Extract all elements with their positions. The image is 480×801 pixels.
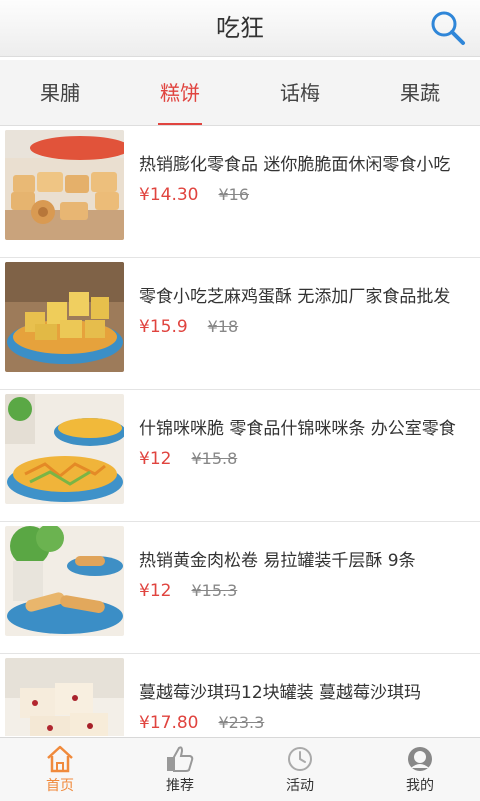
tab-guofu[interactable]: 果脯: [0, 60, 120, 125]
product-old-price: ¥15.8: [191, 449, 238, 468]
active-tab-indicator: [158, 123, 202, 125]
product-name: 蔓越莓沙琪玛12块罐装 蔓越莓沙琪玛: [139, 683, 422, 703]
product-item[interactable]: 热销膨化零食品 迷你脆脆面休闲零食小吃 ¥14.30 ¥16: [0, 126, 480, 258]
product-image: [5, 394, 124, 504]
category-tabs: 果脯 糕饼 话梅 果蔬: [0, 60, 480, 126]
clock-icon: [288, 747, 312, 771]
product-item[interactable]: 蔓越莓沙琪玛12块罐装 蔓越莓沙琪玛 ¥17.80 ¥23.3: [0, 654, 480, 736]
nav-mine[interactable]: 我的: [360, 738, 480, 801]
product-name: 什锦咪咪脆 零食品什锦咪咪条 办公室零食: [139, 419, 456, 439]
product-old-price: ¥16: [218, 185, 250, 204]
tab-gaobing[interactable]: 糕饼: [120, 60, 240, 125]
product-name: 零食小吃芝麻鸡蛋酥 无添加厂家食品批发: [139, 287, 451, 307]
thumbs-up-icon: [167, 746, 194, 772]
product-price: ¥14.30: [139, 185, 199, 205]
user-icon: [408, 747, 432, 771]
nav-home[interactable]: 首页: [0, 738, 120, 801]
bottom-navigation: 首页 推荐 活动 我的: [0, 737, 480, 801]
tab-guoshu[interactable]: 果蔬: [360, 60, 480, 125]
product-image: [5, 130, 124, 240]
product-price: ¥12: [139, 449, 172, 469]
product-old-price: ¥23.3: [218, 713, 265, 732]
nav-activity-label: 活动: [286, 778, 314, 794]
app-title: 吃狂: [216, 14, 264, 42]
app-header: 吃狂: [0, 0, 480, 57]
nav-recommend[interactable]: 推荐: [120, 738, 240, 801]
product-name: 热销膨化零食品 迷你脆脆面休闲零食小吃: [139, 155, 451, 175]
product-item[interactable]: 零食小吃芝麻鸡蛋酥 无添加厂家食品批发 ¥15.9 ¥18: [0, 258, 480, 390]
product-item[interactable]: 什锦咪咪脆 零食品什锦咪咪条 办公室零食 ¥12 ¥15.8: [0, 390, 480, 522]
product-list: 热销膨化零食品 迷你脆脆面休闲零食小吃 ¥14.30 ¥16 零食小吃芝麻鸡蛋酥 …: [0, 126, 480, 736]
home-icon: [47, 745, 73, 773]
product-price: ¥17.80: [139, 713, 199, 733]
product-item[interactable]: 热销黄金肉松卷 易拉罐装千层酥 9条 ¥12 ¥15.3: [0, 522, 480, 654]
nav-activity[interactable]: 活动: [240, 738, 360, 801]
product-price: ¥15.9: [139, 317, 188, 337]
product-image: [5, 262, 124, 372]
product-price: ¥12: [139, 581, 172, 601]
tab-huamei[interactable]: 话梅: [240, 60, 360, 125]
product-image: [5, 658, 124, 736]
nav-mine-label: 我的: [406, 778, 434, 794]
search-icon[interactable]: [428, 8, 468, 48]
product-old-price: ¥18: [207, 317, 239, 336]
nav-home-label: 首页: [46, 778, 74, 794]
product-old-price: ¥15.3: [191, 581, 238, 600]
product-name: 热销黄金肉松卷 易拉罐装千层酥 9条: [139, 551, 416, 571]
nav-recommend-label: 推荐: [166, 778, 194, 794]
product-image: [5, 526, 124, 636]
